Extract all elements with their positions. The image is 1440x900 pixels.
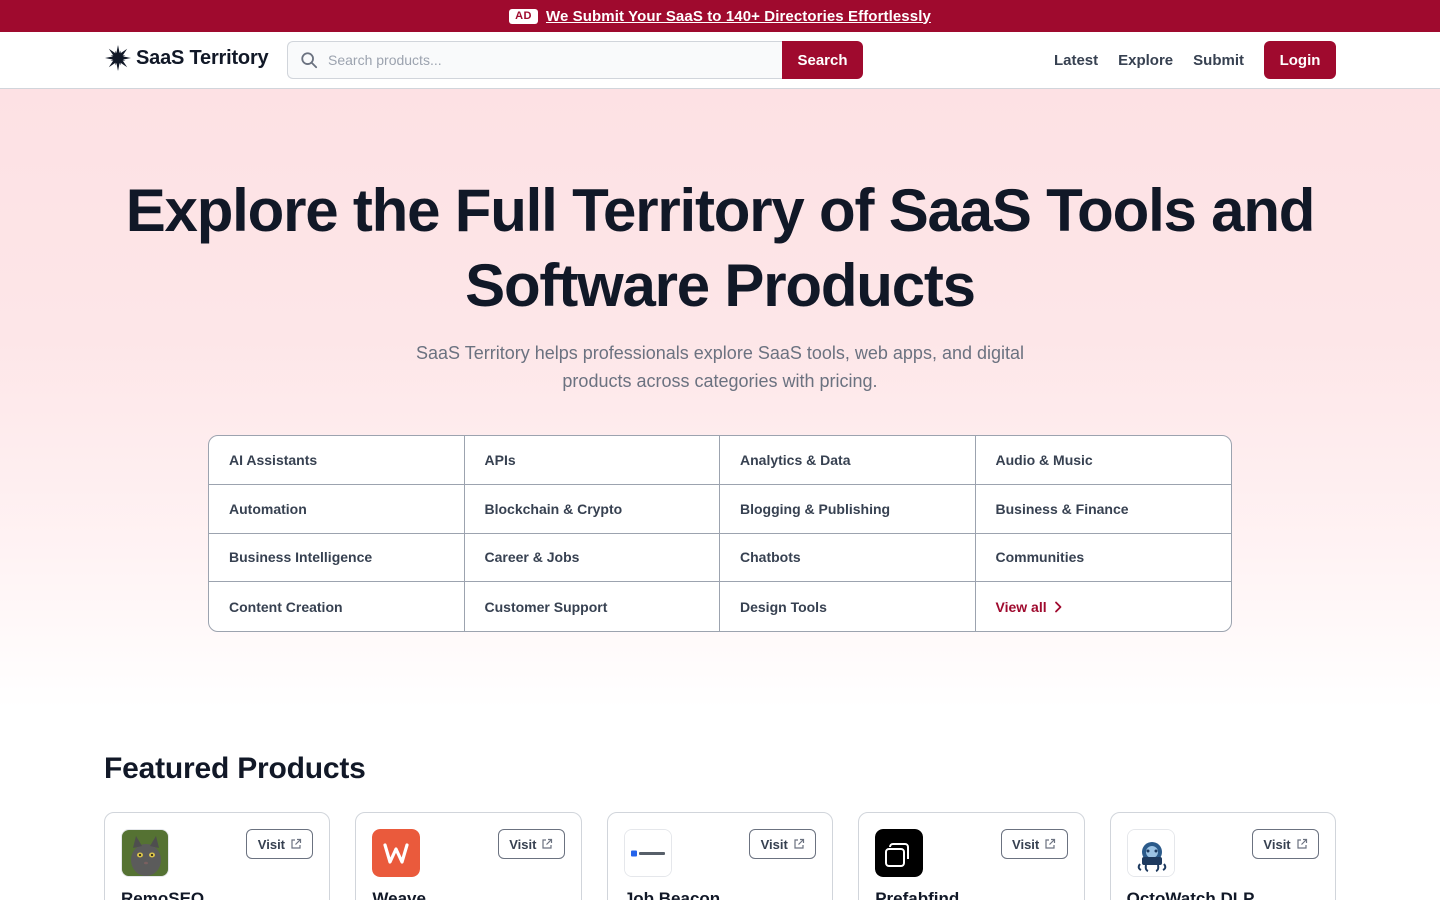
nav-latest[interactable]: Latest	[1054, 52, 1098, 69]
external-link-icon	[291, 838, 302, 849]
product-name[interactable]: RemoSEO	[121, 889, 204, 900]
category-item[interactable]: Customer Support	[465, 582, 720, 631]
search-button[interactable]: Search	[782, 41, 863, 79]
featured-products: Visit RemoSEO Visit Weave Visit Job Beac…	[104, 812, 1337, 900]
product-card[interactable]: Visit Job Beacon	[606, 812, 834, 900]
visit-button[interactable]: Visit	[497, 829, 565, 859]
product-name[interactable]: OctoWatch DLP	[1127, 889, 1255, 900]
search-input[interactable]	[328, 52, 748, 68]
visit-button[interactable]: Visit	[1252, 829, 1320, 859]
jobbeacon-logo	[623, 829, 672, 877]
logo[interactable]: SaaS Territory	[104, 43, 269, 73]
ad-badge: AD	[509, 8, 538, 24]
product-card[interactable]: Visit Weave	[355, 812, 582, 900]
visit-button[interactable]: Visit	[1000, 829, 1068, 859]
product-name[interactable]: Prefabfind	[875, 889, 959, 900]
category-item[interactable]: Business Intelligence	[209, 533, 465, 583]
logo-text: SaaS Territory	[136, 46, 269, 69]
featured-title: Featured Products	[104, 752, 366, 785]
octowatch-logo	[1126, 829, 1175, 877]
hero-title: Explore the Full Territory of SaaS Tools…	[125, 177, 1316, 319]
cat-photo-logo	[121, 829, 169, 877]
search-box[interactable]	[287, 41, 782, 79]
category-item[interactable]: Content Creation	[209, 582, 465, 631]
weave-w-logo	[372, 829, 421, 877]
site-header: SaaS Territory Search Latest Explore Sub…	[0, 32, 1440, 89]
visit-button[interactable]: Visit	[749, 829, 817, 859]
nav-submit[interactable]: Submit	[1193, 52, 1244, 69]
product-name[interactable]: Weave	[372, 889, 426, 900]
category-item[interactable]: Chatbots	[720, 533, 976, 583]
login-button[interactable]: Login	[1264, 41, 1336, 79]
category-item[interactable]: Audio & Music	[975, 436, 1231, 485]
logo-star-icon	[105, 45, 131, 71]
category-item[interactable]: Analytics & Data	[720, 436, 976, 485]
ad-banner: AD We Submit Your SaaS to 140+ Directori…	[0, 0, 1440, 32]
main-nav: Latest Explore Submit Login	[1054, 41, 1336, 79]
chevron-right-icon	[1054, 601, 1062, 613]
category-item[interactable]: Career & Jobs	[464, 533, 720, 583]
category-item[interactable]: AI Assistants	[209, 436, 465, 485]
product-name[interactable]: Job Beacon	[624, 889, 720, 900]
ad-link[interactable]: We Submit Your SaaS to 140+ Directories …	[546, 8, 931, 25]
search-bar: Search	[287, 41, 863, 79]
category-item[interactable]: Blockchain & Crypto	[464, 484, 720, 534]
view-all-label: View all	[995, 598, 1047, 615]
prefabfind-logo	[875, 829, 924, 877]
category-item[interactable]: APIs	[464, 436, 720, 485]
category-item[interactable]: Business & Finance	[975, 485, 1231, 534]
external-link-icon	[1297, 838, 1307, 849]
external-link-icon	[794, 838, 804, 849]
category-item[interactable]: Blogging & Publishing	[720, 484, 976, 534]
view-all-link[interactable]: View all	[976, 582, 1232, 631]
search-icon	[301, 52, 318, 69]
hero-subtitle: SaaS Territory helps professionals explo…	[415, 343, 1025, 391]
category-grid: AI Assistants APIs Analytics & Data Audi…	[208, 435, 1232, 632]
category-item[interactable]: Design Tools	[720, 582, 976, 631]
product-card[interactable]: Visit Prefabfind	[858, 812, 1085, 900]
visit-button[interactable]: Visit	[246, 829, 314, 859]
external-link-icon	[1045, 838, 1056, 849]
hero-section: Explore the Full Territory of SaaS Tools…	[0, 89, 1440, 709]
external-link-icon	[542, 838, 553, 849]
nav-explore[interactable]: Explore	[1118, 52, 1173, 69]
product-card[interactable]: Visit RemoSEO	[104, 812, 331, 900]
category-item[interactable]: Communities	[975, 534, 1231, 583]
category-item[interactable]: Automation	[209, 484, 465, 534]
product-card[interactable]: Visit OctoWatch DLP	[1109, 812, 1337, 900]
